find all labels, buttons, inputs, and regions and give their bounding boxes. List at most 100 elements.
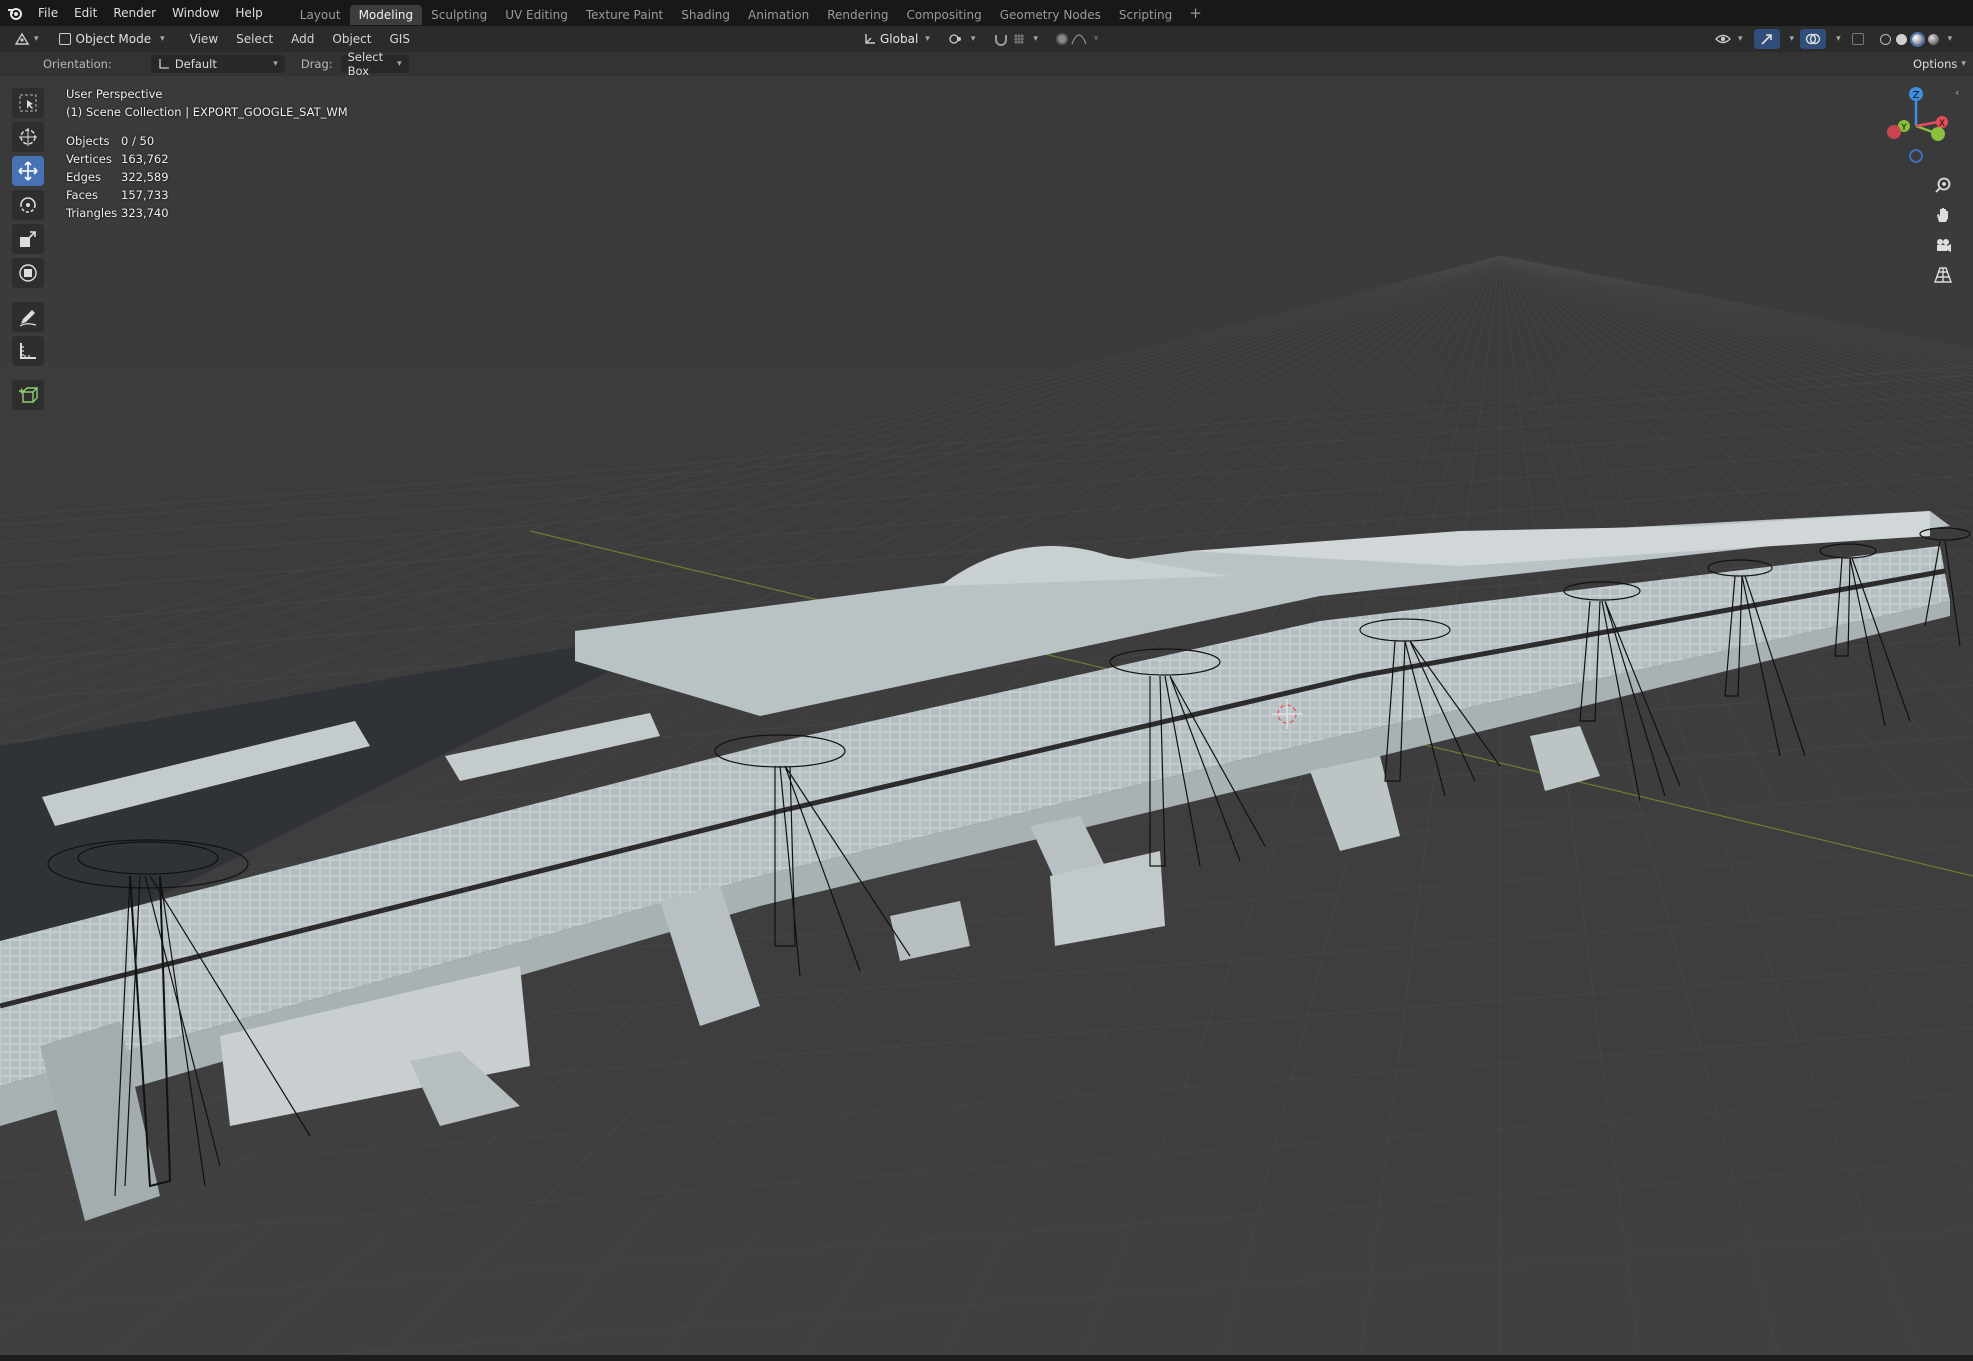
tab-scripting[interactable]: Scripting (1110, 5, 1181, 25)
snap-toggle[interactable]: ▾ (988, 29, 1043, 49)
chevron-down-icon[interactable]: ▾ (1948, 34, 1953, 44)
tab-compositing[interactable]: Compositing (897, 5, 990, 25)
solid-shading-icon[interactable] (1895, 33, 1907, 45)
3d-viewport[interactable]: User Perspective (1) Scene Collection | … (0, 76, 1973, 1361)
rotate-tool[interactable] (12, 190, 44, 220)
drag-dropdown[interactable]: Select Box ▾ (340, 50, 409, 78)
orientation-dropdown[interactable]: Default ▾ (150, 55, 285, 73)
perspective-toggle-button[interactable] (1930, 262, 1956, 288)
perspective-label: User Perspective (66, 87, 163, 101)
menu-edit[interactable]: Edit (66, 0, 105, 26)
hand-icon (1937, 208, 1948, 222)
menu-select[interactable]: Select (227, 32, 282, 46)
scale-tool[interactable] (12, 224, 44, 254)
proportional-edit-toggle[interactable]: ▾ (1051, 29, 1104, 49)
chevron-down-icon: ▾ (1033, 34, 1038, 44)
navigation-gizmo[interactable]: Z Y X (1876, 86, 1956, 166)
stat-row: Faces 157,733 (66, 186, 348, 204)
neg-z-handle[interactable] (1909, 149, 1923, 163)
tab-layout[interactable]: Layout (291, 5, 350, 25)
tab-uv-editing[interactable]: UV Editing (496, 5, 577, 25)
transform-orientation-select[interactable]: Global ▾ (858, 29, 935, 49)
pivot-point-select[interactable]: ▾ (943, 29, 981, 49)
stat-label: Edges (66, 170, 101, 184)
menu-object[interactable]: Object (323, 32, 380, 46)
mode-label: Object Mode (75, 32, 152, 46)
xray-toggle[interactable] (1847, 29, 1869, 49)
tab-geometry-nodes[interactable]: Geometry Nodes (991, 5, 1110, 25)
neg-y-handle[interactable] (1931, 127, 1945, 141)
menu-gis[interactable]: GIS (381, 32, 419, 46)
menu-file[interactable]: File (30, 0, 66, 26)
grid-perspective-icon (1934, 267, 1952, 283)
scale-icon (20, 231, 36, 247)
editor-type-button[interactable]: ▾ (8, 28, 45, 50)
tab-animation[interactable]: Animation (739, 5, 818, 25)
move-tool[interactable] (12, 156, 44, 186)
blender-logo-icon[interactable] (0, 0, 30, 26)
camera-view-button[interactable] (1930, 232, 1956, 258)
chevron-down-icon: ▾ (925, 34, 930, 44)
add-cube-tool[interactable] (12, 380, 44, 410)
viewport-header: ▾ Object Mode ▾ View Select Add Object G… (0, 26, 1973, 52)
toolbar (8, 86, 46, 414)
zoom-button[interactable] (1930, 172, 1956, 198)
pan-button[interactable] (1930, 202, 1956, 228)
shading-modes: ▾ (1875, 29, 1958, 49)
chevron-down-icon[interactable]: ▾ (1836, 34, 1841, 44)
menu-view[interactable]: View (181, 32, 227, 46)
measure-tool[interactable] (12, 336, 44, 366)
magnet-icon (995, 35, 1008, 46)
drag-label: Drag: (300, 57, 333, 71)
pencil-icon (19, 310, 37, 327)
sidebar-toggle-icon[interactable]: ‹ (1955, 86, 1959, 99)
gizmo-toggle[interactable] (1753, 29, 1780, 49)
stat-value: 0 / 50 (121, 134, 155, 148)
tab-sculpting[interactable]: Sculpting (422, 5, 496, 25)
overlays-toggle[interactable] (1800, 29, 1827, 49)
chevron-down-icon[interactable]: ▾ (1790, 34, 1795, 44)
tab-shading[interactable]: Shading (672, 5, 739, 25)
menu-help[interactable]: Help (227, 0, 270, 26)
tab-texture-paint[interactable]: Texture Paint (577, 5, 672, 25)
pivot-icon (949, 34, 961, 44)
chevron-down-icon: ▾ (1738, 34, 1743, 44)
add-workspace-button[interactable]: + (1181, 4, 1210, 22)
wireframe-shading-icon[interactable] (1879, 33, 1891, 45)
neg-x-handle[interactable] (1887, 125, 1901, 139)
drag-value: Select Box (347, 50, 384, 78)
cursor-tool[interactable] (12, 122, 44, 152)
stat-row: Objects 0 / 50 (66, 132, 348, 150)
stat-value: 322,589 (121, 170, 169, 184)
chevron-down-icon: ▾ (34, 34, 39, 44)
annotate-tool[interactable] (12, 302, 44, 332)
cursor-icon (19, 128, 37, 146)
chevron-down-icon: ▾ (273, 59, 278, 69)
menu-window[interactable]: Window (164, 0, 227, 26)
top-menu-bar: File Edit Render Window Help Layout Mode… (0, 0, 1973, 26)
tab-rendering[interactable]: Rendering (818, 5, 897, 25)
zoom-icon (1935, 177, 1951, 193)
orientation-value: Default (174, 57, 217, 71)
stat-label: Vertices (66, 152, 112, 166)
rotate-icon (20, 197, 36, 213)
orientation-axes-icon (159, 59, 169, 69)
material-preview-icon[interactable] (1909, 31, 1925, 47)
chevron-down-icon: ▾ (397, 59, 402, 69)
stat-row: Edges 322,589 (66, 168, 348, 186)
rendered-shading-icon[interactable] (1927, 33, 1939, 45)
falloff-icon (1071, 34, 1087, 45)
options-dropdown[interactable]: Options ▾ (1906, 55, 1966, 73)
tab-modeling[interactable]: Modeling (349, 4, 423, 25)
menu-render[interactable]: Render (105, 0, 164, 26)
transform-icon (19, 264, 37, 282)
select-box-tool[interactable] (12, 88, 44, 118)
gizmo-arrow-icon (1760, 34, 1772, 45)
transform-tool[interactable] (12, 258, 44, 288)
orientation-axes-icon (865, 34, 875, 44)
mode-select[interactable]: Object Mode ▾ (50, 29, 173, 49)
visibility-select[interactable]: ▾ (1710, 29, 1748, 49)
menu-add[interactable]: Add (282, 32, 323, 46)
add-cube-icon (19, 387, 38, 403)
viewport-info-overlay: User Perspective (1) Scene Collection | … (66, 85, 348, 222)
